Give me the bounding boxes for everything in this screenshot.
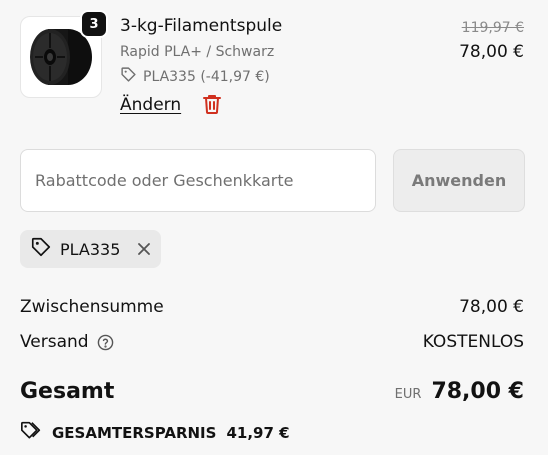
product-thumbnail: 3 [20,10,108,98]
price-original: 119,97 € [461,20,524,36]
total-row: Gesamt EUR 78,00 € [20,379,524,404]
close-icon[interactable] [137,242,151,256]
subtotal-label: Zwischensumme [20,297,164,317]
shipping-value: KOSTENLOS [422,332,524,352]
tags-icon [20,421,42,445]
total-savings: GESAMTERSPARNIS 41,97 € [20,421,290,445]
savings-value: 41,97 € [226,424,290,442]
tag-icon [30,236,52,262]
subtotal-value: 78,00 € [459,297,524,317]
product-variant: Rapid PLA+ / Schwarz [120,44,275,60]
product-discount-code: PLA335 (-41,97 €) [143,68,270,85]
total-label: Gesamt [20,379,115,404]
discount-code-input[interactable] [20,149,376,212]
product-title: 3-kg-Filamentspule [120,16,283,36]
applied-code-label: PLA335 [60,239,121,259]
quantity-badge: 3 [80,10,108,38]
trash-icon[interactable] [202,93,222,119]
total-currency: EUR [394,387,422,402]
total-amount-group: EUR 78,00 € [395,379,524,404]
cart-summary: 3 3-kg-Filamentspule Rapid PLA+ / Schwar… [0,0,548,455]
help-circle-icon[interactable] [97,334,114,351]
apply-button[interactable]: Anwenden [393,149,525,212]
price-final: 78,00 € [459,42,524,62]
shipping-row: Versand KOSTENLOS [20,332,524,352]
applied-discount-tag: PLA335 [20,230,161,268]
subtotal-row: Zwischensumme 78,00 € [20,297,524,317]
shipping-label-group: Versand [20,332,114,352]
savings-label: GESAMTERSPARNIS [52,424,217,442]
total-value: 78,00 € [431,379,524,404]
shipping-label: Versand [20,332,89,352]
change-link[interactable]: Ändern [120,95,181,115]
product-discount: PLA335 (-41,97 €) [120,66,270,87]
tag-icon [120,66,137,87]
